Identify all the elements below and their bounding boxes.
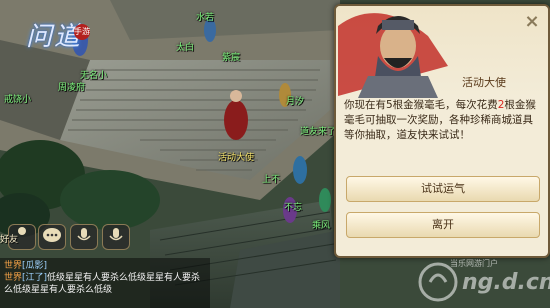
npc-portrait bbox=[338, 13, 448, 98]
npc-portrait-area bbox=[336, 6, 548, 98]
npc-name-label[interactable]: 周凌府 bbox=[58, 80, 85, 93]
watermark-site-name: 当乐网游门户 bbox=[450, 259, 498, 268]
npc-name-label[interactable]: 月汐 bbox=[286, 94, 304, 107]
voice-world-button[interactable] bbox=[70, 224, 98, 250]
close-icon: × bbox=[524, 11, 540, 32]
chat-channel: 世界 bbox=[4, 261, 23, 271]
watermark-domain: ng.d.cn bbox=[462, 270, 550, 295]
game-logo-tag: 手游 bbox=[74, 24, 90, 40]
chat-log[interactable]: 世界[瓜影] 世界[江了]低级星星有人要杀么低级星星有人要杀么低级星星有人要杀么… bbox=[0, 258, 210, 308]
microphone-icon bbox=[77, 228, 91, 241]
chat-sender: [瓜影] bbox=[22, 261, 48, 271]
game-logo: 问道 手游 bbox=[8, 6, 90, 90]
chat-toolbar bbox=[0, 222, 140, 252]
chat-sender: [江了] bbox=[22, 273, 48, 283]
chat-line: 世界[江了]低级星星有人要杀么低级星星有人要杀么低级星星有人要杀么低级 bbox=[4, 272, 206, 296]
chat-bubble-button[interactable] bbox=[38, 224, 66, 250]
close-button[interactable]: × bbox=[522, 12, 542, 32]
npc-name-label[interactable]: 紫宸 bbox=[222, 50, 240, 63]
npc-name-label[interactable]: 上不 bbox=[262, 172, 280, 185]
microphone-icon bbox=[109, 228, 123, 241]
npc-name: 活动大使 bbox=[462, 76, 506, 89]
npc-name-label[interactable]: 乘风 bbox=[312, 218, 330, 231]
npc-name-label[interactable]: 水若 bbox=[196, 10, 214, 23]
npc-name-label[interactable]: 活动大使 bbox=[218, 150, 254, 163]
npc-name-label[interactable]: 不忘 bbox=[284, 200, 302, 213]
chat-bubble-icon bbox=[43, 228, 61, 242]
npc-name-label[interactable]: 道友来了 bbox=[300, 124, 336, 137]
voice-team-button[interactable] bbox=[102, 224, 130, 250]
dialog-text-part: 你现在有5根金猴毫毛，每次花费 bbox=[344, 99, 498, 111]
npc-name-label[interactable]: 戒饶小 bbox=[4, 92, 31, 105]
dialog-text: 你现在有5根金猴毫毛，每次花费2根金猴毫毛可抽取一次奖励，各种珍稀商城道具等你抽… bbox=[344, 98, 540, 143]
npc-dialog-panel: × 活动大使 你现在有5根金猴毫毛，每次花费2根金猴毫毛可抽取一次奖励，各种珍稀… bbox=[334, 4, 550, 258]
try-luck-button[interactable]: 试试运气 bbox=[346, 176, 540, 202]
chat-line: 世界[瓜影] bbox=[4, 260, 206, 272]
leave-button[interactable]: 离开 bbox=[346, 212, 540, 238]
npc-name-label[interactable]: 太白 bbox=[176, 40, 194, 53]
chat-channel: 世界 bbox=[4, 273, 23, 283]
friends-label: 好友 bbox=[0, 235, 19, 245]
